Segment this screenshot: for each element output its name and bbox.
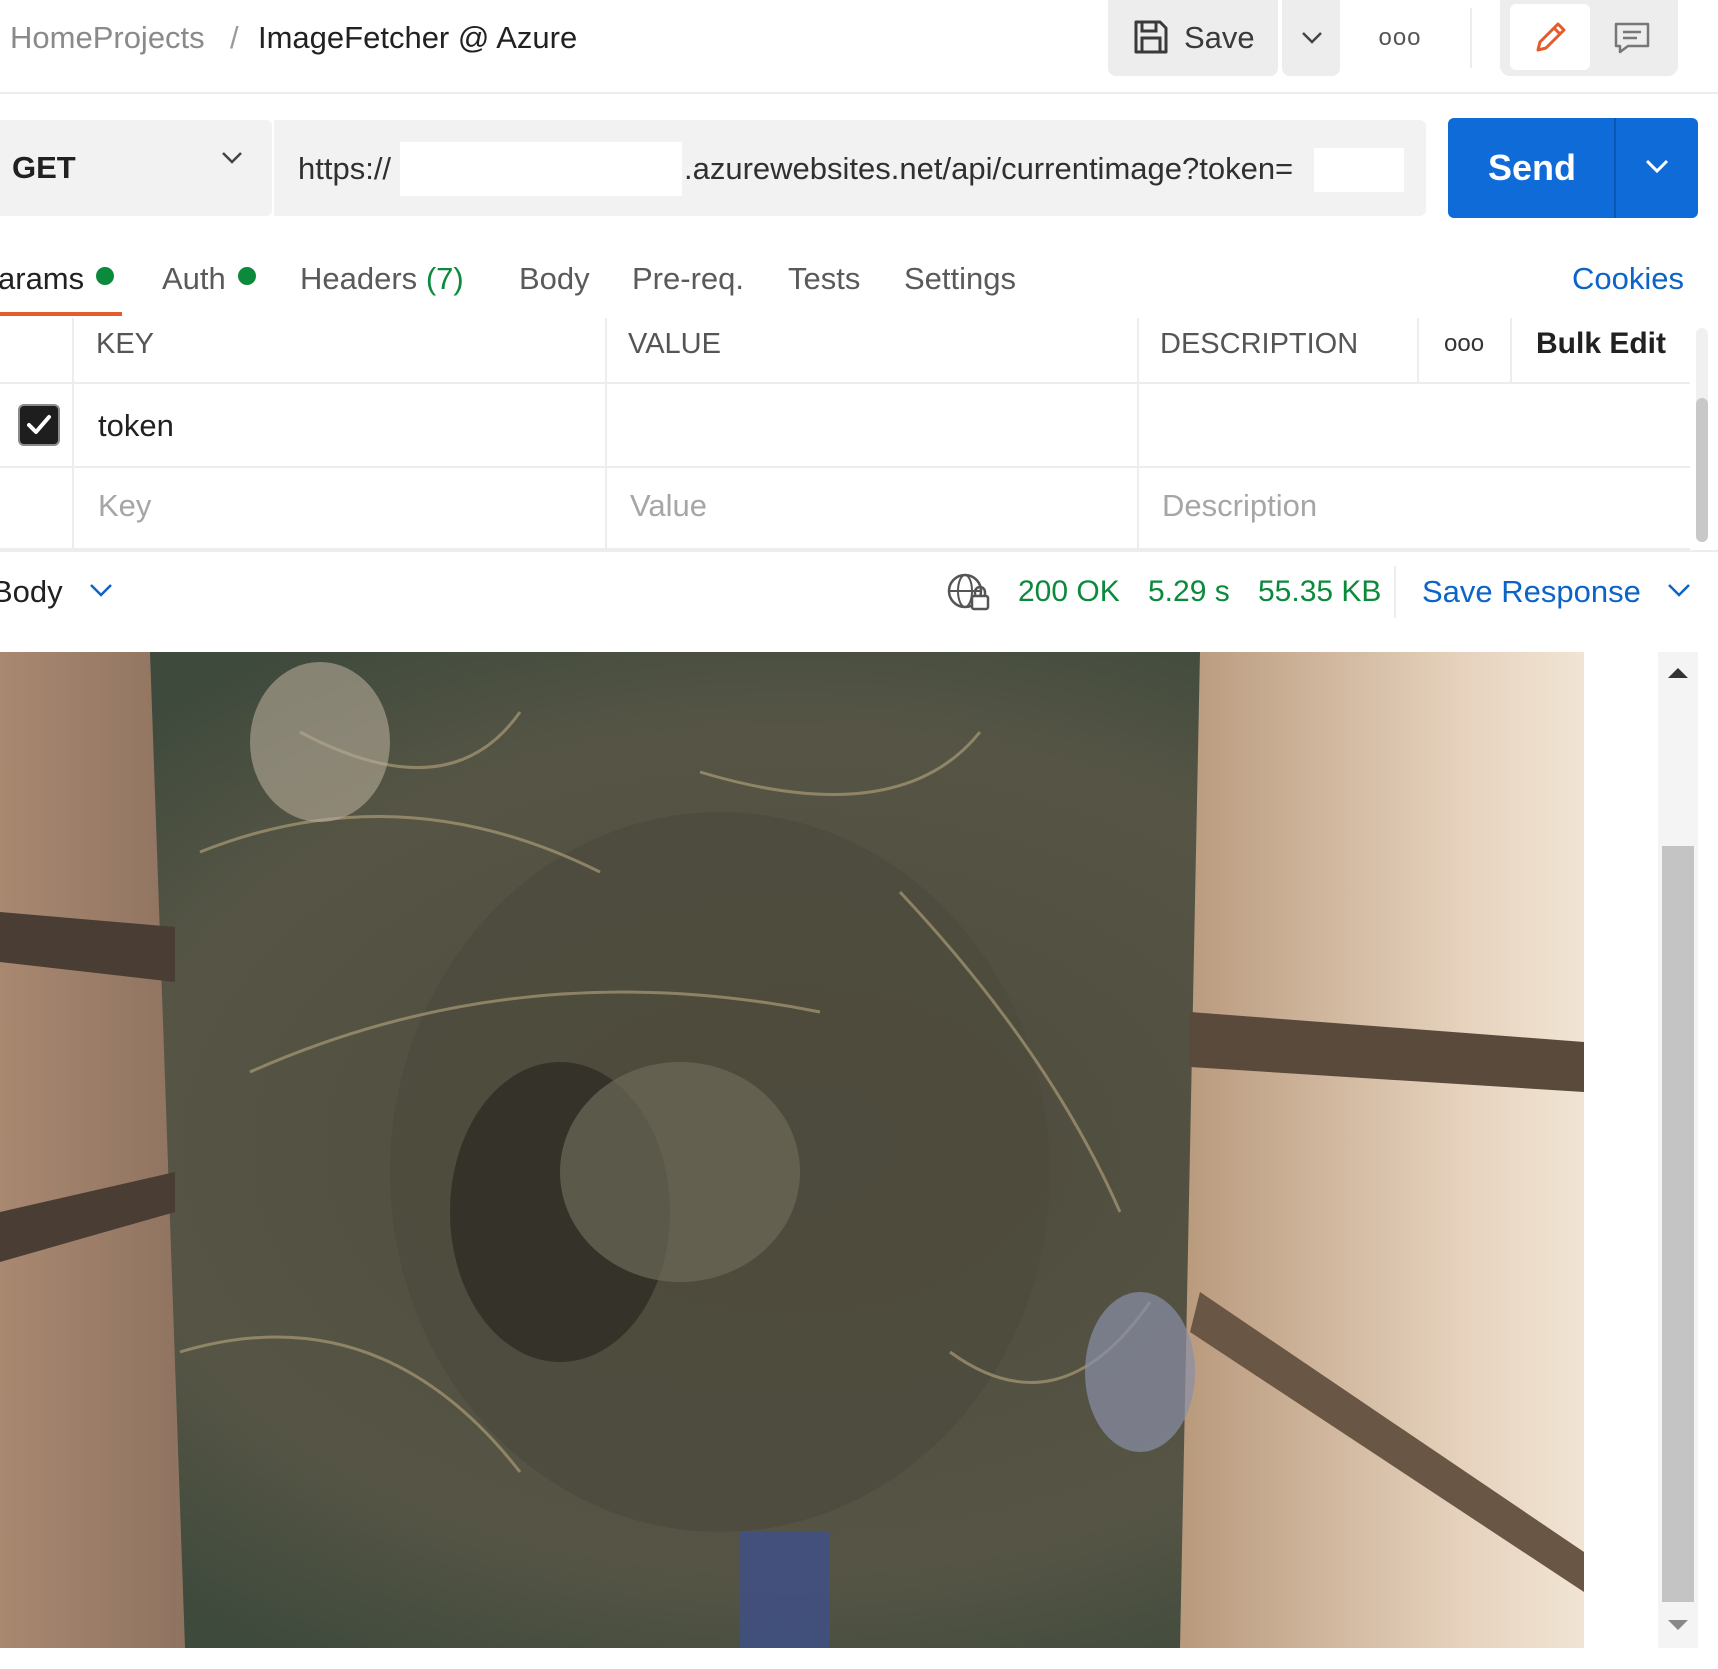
tab-body[interactable]: Body [519, 258, 590, 300]
url-prefix-text: https:// [298, 151, 392, 186]
breadcrumb-workspace[interactable]: HomeProjects [10, 18, 205, 58]
table-divider [72, 318, 74, 550]
breadcrumb-separator: / [230, 20, 239, 55]
tab-label: Headers [300, 261, 418, 296]
checkmark-icon [27, 415, 51, 434]
comment-icon [1614, 22, 1650, 54]
table-divider [0, 382, 1690, 384]
tab-label: Pre-req. [632, 261, 744, 296]
param-description-cell[interactable] [1162, 406, 1642, 446]
globe-lock-icon[interactable] [946, 572, 990, 612]
breadcrumb-request-name[interactable]: ImageFetcher @ Azure [258, 18, 577, 58]
response-time[interactable]: 5.29 s [1148, 572, 1230, 612]
chevron-down-icon[interactable] [88, 582, 114, 600]
cookies-link[interactable]: Cookies [1572, 258, 1684, 300]
tab-tests[interactable]: Tests [788, 258, 860, 300]
url-suffix-text: .azurewebsites.net/api/currentimage?toke… [684, 151, 1294, 186]
table-divider [605, 318, 607, 550]
param-enabled-checkbox[interactable] [18, 404, 60, 446]
scroll-up-arrow-icon[interactable] [1666, 666, 1690, 680]
new-description-input[interactable]: Description [1162, 486, 1317, 526]
pencil-icon [1536, 22, 1566, 52]
active-tab-underline [0, 312, 122, 316]
more-icon: ooo [1378, 24, 1422, 51]
scrollbar-thumb[interactable] [1662, 846, 1694, 1602]
active-indicator-dot [237, 267, 256, 285]
new-key-input[interactable]: Key [98, 486, 151, 526]
response-size[interactable]: 55.35 KB [1258, 572, 1381, 612]
response-bar-divider [1394, 566, 1396, 618]
chevron-down-icon [222, 152, 242, 164]
bulk-edit-button[interactable]: Bulk Edit [1536, 324, 1666, 364]
chevron-down-icon [1302, 32, 1322, 44]
preview-scrollbar[interactable] [1658, 652, 1698, 1648]
save-icon [1134, 20, 1168, 54]
method-select[interactable]: GET [0, 120, 272, 216]
table-divider [1417, 318, 1419, 382]
tab-label: arams [0, 261, 85, 296]
tab-label: Settings [904, 261, 1017, 296]
save-options-dropdown[interactable] [1282, 0, 1340, 76]
column-options-button[interactable]: ooo [1444, 324, 1484, 364]
tab-params[interactable]: arams [0, 258, 115, 300]
param-key-cell[interactable]: token [98, 406, 174, 446]
response-image-preview [0, 652, 1584, 1648]
active-indicator-dot [96, 267, 115, 285]
edit-mode-button[interactable] [1510, 4, 1590, 70]
params-scrollbar[interactable] [1696, 328, 1708, 542]
scroll-down-arrow-icon[interactable] [1666, 1618, 1690, 1632]
comments-button[interactable] [1592, 4, 1672, 70]
table-divider [1137, 318, 1139, 550]
column-header-value: VALUE [628, 328, 721, 360]
column-header-description: DESCRIPTION [1160, 328, 1359, 360]
save-button-label: Save [1184, 20, 1255, 55]
tab-label: Body [519, 261, 590, 296]
tab-label: Tests [788, 261, 861, 296]
column-header-key: KEY [96, 328, 155, 360]
response-status[interactable]: 200 OK [1018, 572, 1120, 612]
scrollbar-thumb[interactable] [1696, 398, 1708, 542]
chevron-down-icon[interactable] [1644, 158, 1670, 176]
tab-auth[interactable]: Auth [162, 258, 256, 300]
new-value-input[interactable]: Value [630, 486, 707, 526]
toolbar-divider [1470, 8, 1472, 68]
send-split-divider [1614, 118, 1616, 218]
redacted-region [400, 142, 682, 196]
save-button[interactable]: Save [1108, 0, 1278, 76]
save-response-button[interactable]: Save Response [1422, 572, 1641, 612]
param-value-cell[interactable] [630, 406, 1110, 446]
table-divider [1510, 318, 1512, 382]
more-actions-button[interactable]: ooo [1362, 18, 1438, 58]
redacted-region [1314, 148, 1404, 192]
tab-headers[interactable]: Headers (7) [300, 258, 464, 300]
header-count: (7) [425, 261, 464, 296]
send-button-label: Send [1488, 147, 1577, 188]
method-label: GET [12, 150, 76, 185]
chevron-down-icon[interactable] [1666, 582, 1692, 600]
table-divider [0, 466, 1690, 468]
tab-settings[interactable]: Settings [904, 258, 1016, 300]
nest-camera-image [0, 652, 1584, 1648]
tab-pre-request[interactable]: Pre-req. [632, 258, 744, 300]
response-body-view-select[interactable]: Body [0, 572, 63, 612]
tab-label: Auth [162, 261, 226, 296]
